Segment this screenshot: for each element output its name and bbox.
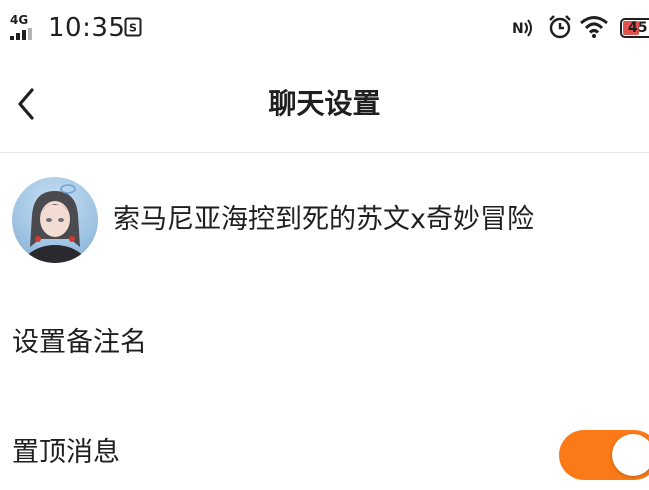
battery-icon: 45 [620,18,649,38]
svg-text:S: S [129,22,137,35]
set-remark-row[interactable]: 设置备注名 [0,310,649,380]
network-type: 4G [10,13,29,27]
pin-message-label: 置顶消息 [12,437,120,468]
status-time: 10:35 [48,13,126,43]
wifi-icon [580,16,608,38]
svg-text:N: N [512,21,524,37]
pin-message-toggle[interactable] [559,430,649,480]
signal-icon: 4G [10,14,40,40]
status-bar: 4G 10:35 S N 45 [0,0,649,58]
contact-profile[interactable]: 索马尼亚海控到死的苏文x奇妙冒险 [0,160,649,280]
battery-level: 45 [628,20,648,36]
page-title: 聊天设置 [268,87,381,120]
sim-icon: S [124,17,142,37]
toggle-knob [612,434,649,476]
alarm-icon [549,15,571,39]
nfc-icon: N [512,19,532,37]
set-remark-label: 设置备注名 [12,327,147,358]
contact-name: 索马尼亚海控到死的苏文x奇妙冒险 [113,204,534,235]
pin-message-row: 置顶消息 [0,420,649,490]
avatar[interactable] [12,177,98,263]
nav-bar: 聊天设置 [0,58,649,153]
